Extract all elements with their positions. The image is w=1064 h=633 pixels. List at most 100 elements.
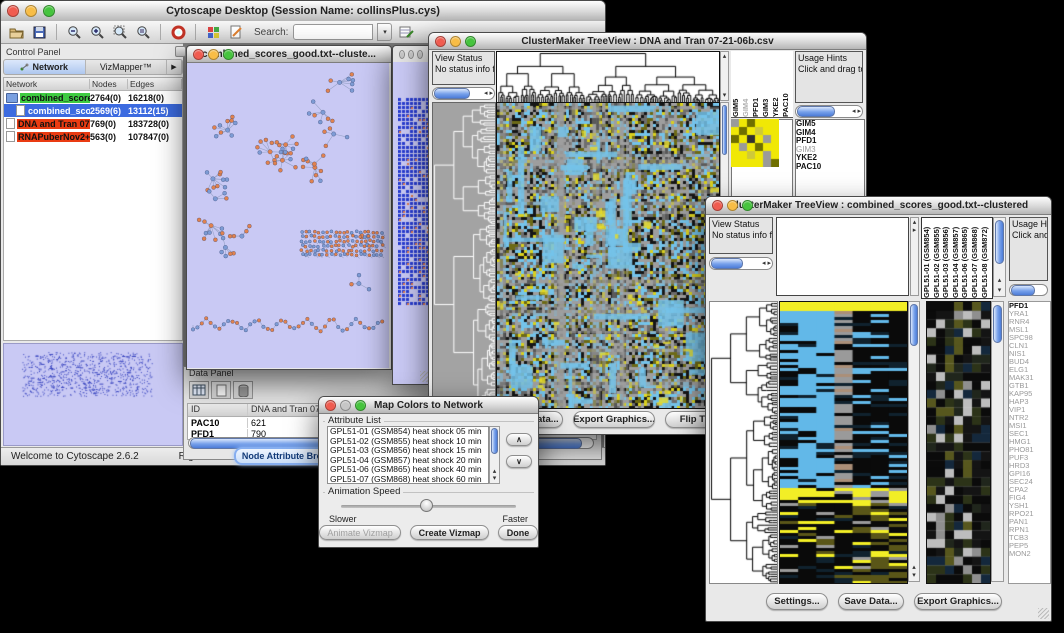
scrollbar-thumb[interactable]: [797, 106, 835, 117]
close-button[interactable]: [7, 5, 19, 17]
save-icon[interactable]: [30, 23, 48, 41]
settings-button[interactable]: Settings...: [766, 593, 828, 610]
zoom-button[interactable]: [43, 5, 55, 17]
scroll-right-icon[interactable]: ▸: [856, 108, 862, 115]
close-button[interactable]: [399, 50, 405, 59]
attribute-list-vscrollbar[interactable]: ▴ ▾: [489, 426, 500, 484]
row-dendrogram[interactable]: [709, 301, 778, 584]
scroll-down-icon[interactable]: ▾: [994, 287, 1005, 294]
save-data-button[interactable]: Save Data...: [838, 593, 904, 610]
dendrogram-hscrollbar[interactable]: ◂ ▸: [709, 257, 773, 270]
zoom-button[interactable]: [417, 50, 423, 59]
column-dendrogram[interactable]: [496, 51, 720, 103]
birds-eye-view[interactable]: [3, 343, 183, 446]
open-icon[interactable]: [7, 23, 25, 41]
tab-vizmapper[interactable]: VizMapper™: [86, 60, 168, 74]
labels-hscrollbar[interactable]: [1009, 284, 1048, 296]
help-lifering-icon[interactable]: [169, 23, 187, 41]
detail-column-label[interactable]: PAC10: [781, 51, 791, 117]
delete-attribute-icon[interactable]: [233, 381, 253, 399]
scrollbar-thumb[interactable]: [434, 88, 470, 99]
close-button[interactable]: [435, 36, 446, 47]
detail-heatmap[interactable]: [731, 119, 779, 167]
mini-vscrollbar[interactable]: ▴ ▾: [720, 51, 729, 101]
export-graphics-button[interactable]: Export Graphics...: [573, 411, 655, 428]
move-up-button[interactable]: ∧: [506, 433, 532, 446]
zoom-button[interactable]: [742, 200, 753, 211]
attribute-editor-icon[interactable]: [397, 23, 415, 41]
titlebar-cytoscape[interactable]: Cytoscape Desktop (Session Name: collins…: [1, 1, 605, 22]
titlebar-treeview-dna[interactable]: ClusterMaker TreeView : DNA and Tran 07-…: [429, 33, 866, 50]
scrollbar-thumb[interactable]: [995, 220, 1004, 264]
search-input[interactable]: [293, 24, 373, 40]
titlebar-network-view[interactable]: combined_scores_good.txt--cluste...: [187, 46, 391, 63]
network-list-row[interactable]: DNA and Tran 07 769(0) 183728(0): [4, 117, 182, 130]
array-column-label[interactable]: GPL51-06 (GSM865): [960, 218, 970, 298]
close-button[interactable]: [325, 400, 336, 411]
detail-column-label[interactable]: GIM3: [761, 51, 771, 117]
scroll-down-icon[interactable]: ▾: [490, 475, 499, 482]
scroll-up-icon[interactable]: ▴: [721, 53, 728, 60]
zoom-fit-icon[interactable]: [111, 23, 129, 41]
dialog-button[interactable]: Done: [498, 525, 538, 540]
minimize-button[interactable]: [340, 400, 351, 411]
attribute-list[interactable]: GPL51-01 (GSM854) heat shock 05 minGPL51…: [327, 426, 489, 484]
mini-vscrollbar[interactable]: ▴ ▸: [910, 217, 919, 296]
detail-row-label[interactable]: PAC10: [796, 163, 864, 172]
scroll-down-icon[interactable]: ▾: [909, 572, 919, 579]
scrollbar-thumb[interactable]: [711, 258, 743, 269]
scrollbar-thumb[interactable]: [1011, 285, 1035, 296]
detail-heatmap[interactable]: [926, 301, 991, 584]
network-list-row[interactable]: combined_scores 2764(0) 16218(0): [4, 91, 182, 104]
grid-network-canvas[interactable]: [393, 62, 433, 384]
float-panel-icon[interactable]: [175, 46, 186, 57]
attribute-select-icon[interactable]: [189, 381, 209, 399]
labels-hscrollbar[interactable]: ◂ ▸: [795, 105, 863, 118]
titlebar-map-colors[interactable]: Map Colors to Network: [319, 397, 538, 414]
array-column-label[interactable]: GPL51-01 (GSM854): [922, 218, 932, 298]
scrollbar-thumb[interactable]: [722, 105, 727, 155]
zoom-in-icon[interactable]: [88, 23, 106, 41]
detail-column-label[interactable]: YKE2: [771, 51, 781, 117]
minimize-button[interactable]: [450, 36, 461, 47]
zoom-out-icon[interactable]: [65, 23, 83, 41]
resize-grip[interactable]: [1038, 608, 1049, 619]
heatmap-main[interactable]: [779, 301, 908, 584]
scroll-up-icon[interactable]: ▴: [909, 564, 919, 571]
attribute-list-item[interactable]: GPL51-07 (GSM868) heat shock 60 min: [328, 475, 488, 485]
row-dendrogram[interactable]: [432, 102, 496, 409]
scrollbar-thumb[interactable]: [993, 305, 1002, 343]
titlebar-treeview-combined[interactable]: ClusterMaker TreeView : combined_scores_…: [706, 197, 1051, 215]
scroll-down-icon[interactable]: ▾: [721, 92, 728, 99]
scrollbar-thumb[interactable]: [491, 428, 498, 454]
zoom-button[interactable]: [465, 36, 476, 47]
zoom-button[interactable]: [223, 49, 234, 60]
array-column-label[interactable]: GPL51-03 (GSM856): [941, 218, 951, 298]
close-button[interactable]: [193, 49, 204, 60]
array-column-label[interactable]: GPL51-07 (GSM868): [970, 218, 980, 298]
scroll-up-icon[interactable]: ▴: [490, 468, 499, 475]
minimize-button[interactable]: [208, 49, 219, 60]
scroll-right-icon[interactable]: ▸: [766, 260, 772, 267]
vizmapper-icon[interactable]: [204, 23, 222, 41]
scroll-up-icon[interactable]: ▴: [911, 219, 918, 226]
column-dendrogram-panel[interactable]: [776, 217, 909, 296]
zoom-selected-icon[interactable]: [134, 23, 152, 41]
tab-overflow-arrow[interactable]: ▶: [167, 60, 182, 74]
network-canvas[interactable]: [187, 63, 389, 368]
minimize-button[interactable]: [727, 200, 738, 211]
scroll-right-icon[interactable]: ▸: [488, 90, 494, 97]
titlebar-network-grid[interactable]: [393, 46, 433, 63]
heatmap-main[interactable]: [496, 102, 720, 409]
zoom-button[interactable]: [355, 400, 366, 411]
minimize-button[interactable]: [25, 5, 37, 17]
new-attribute-icon[interactable]: [211, 381, 231, 399]
export-graphics-button[interactable]: Export Graphics...: [914, 593, 1002, 610]
detail-column-label[interactable]: GIM5: [731, 51, 741, 117]
network-list-row[interactable]: RNAPuberNov2+! 563(0) 107847(0): [4, 130, 182, 143]
scroll-right-icon[interactable]: ▸: [911, 227, 918, 234]
move-down-button[interactable]: ∨: [506, 455, 532, 468]
scroll-up-icon[interactable]: ▴: [994, 277, 1005, 284]
detail-column-label[interactable]: PFD1: [751, 51, 761, 117]
minimize-button[interactable]: [408, 50, 414, 59]
